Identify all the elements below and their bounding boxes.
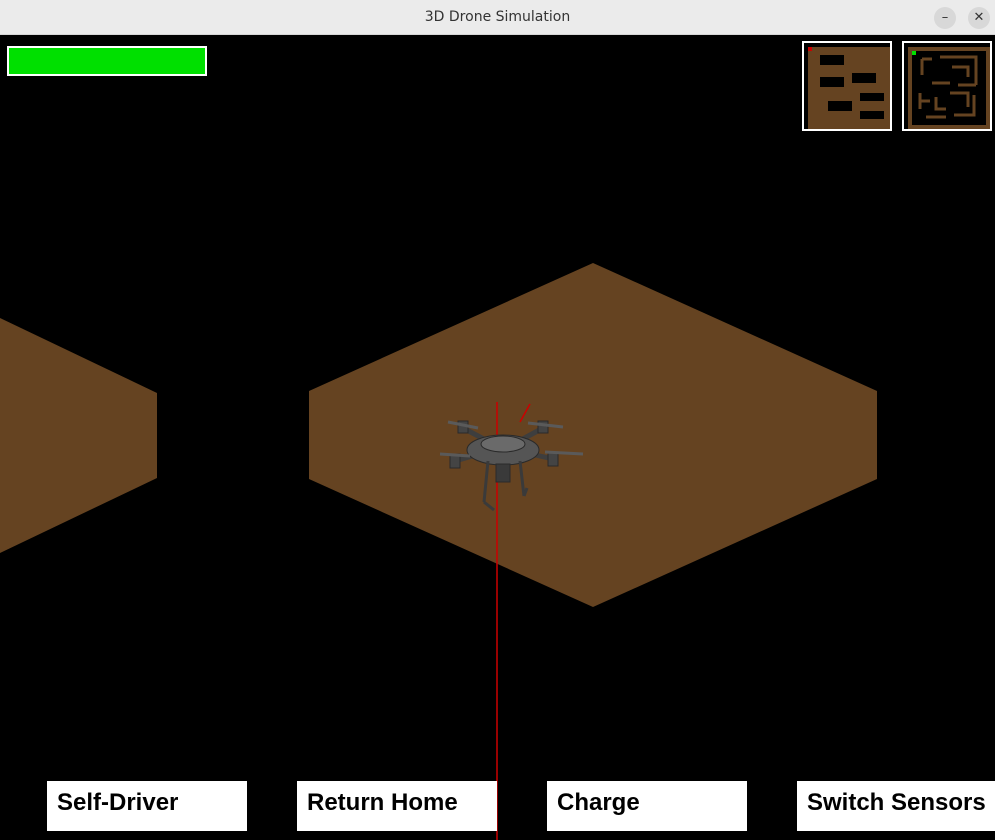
- scene-canvas: [0, 263, 877, 840]
- charge-button[interactable]: Charge: [547, 781, 747, 831]
- close-button[interactable]: ✕: [968, 7, 990, 29]
- self-driver-button[interactable]: Self-Driver: [47, 781, 247, 831]
- battery-fill: [9, 48, 205, 74]
- switch-sensors-button[interactable]: Switch Sensors: [797, 781, 995, 831]
- minimap-drone-marker: [808, 47, 812, 51]
- minimize-button[interactable]: –: [934, 7, 956, 29]
- minimap-obstacles: [802, 41, 892, 131]
- window-titlebar[interactable]: 3D Drone Simulation – ✕: [0, 0, 995, 35]
- minimize-icon: –: [941, 10, 949, 25]
- floor-tile-left: [0, 318, 157, 553]
- minimap-maze: [902, 41, 992, 131]
- simulation-viewport[interactable]: Self-Driver Return Home Charge Switch Se…: [0, 36, 995, 840]
- minimap-drone-marker-green: [912, 51, 916, 55]
- window-title: 3D Drone Simulation: [424, 9, 571, 25]
- floor-tile-center: [309, 263, 877, 607]
- close-icon: ✕: [973, 10, 985, 25]
- battery-bar: [7, 46, 207, 76]
- return-home-button[interactable]: Return Home: [297, 781, 497, 831]
